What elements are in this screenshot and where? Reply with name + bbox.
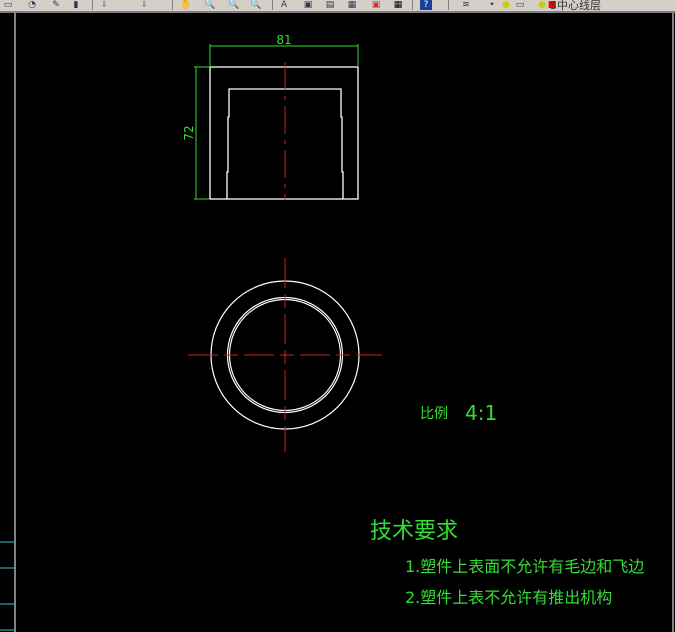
dimension-height-label: 72 — [182, 125, 196, 140]
drawing-canvas[interactable]: 81 72 比例 4:1 技术要求 1.塑件上表面不允许有毛边和飞边 2.塑件上… — [0, 13, 675, 632]
dimension-width — [209, 44, 359, 67]
separator — [448, 0, 449, 10]
bulb-icon[interactable]: • — [486, 0, 498, 10]
title-block-lines — [0, 541, 15, 631]
pan-icon[interactable]: ✋ — [180, 0, 192, 10]
new-icon[interactable]: ▭ — [2, 0, 14, 10]
scale-value: 4:1 — [465, 401, 497, 425]
paste-icon[interactable]: ▮ — [70, 0, 82, 10]
zoom-previous-icon[interactable]: 🔍 — [250, 0, 262, 10]
front-view — [209, 66, 359, 200]
redo-icon[interactable]: ⬇ — [138, 0, 150, 10]
scale-label: 比例 — [420, 406, 448, 422]
layers-icon[interactable]: ≋ — [460, 0, 472, 10]
brush-icon[interactable]: ✎ — [50, 0, 62, 10]
tool-palette-icon[interactable]: ▦ — [346, 0, 358, 10]
dimension-height — [194, 66, 210, 200]
drawing-svg: 81 72 比例 4:1 技术要求 1.塑件上表面不允许有毛边和飞边 2.塑件上… — [0, 13, 674, 632]
note-2: 2.塑件上表不允许有推出机构 — [405, 588, 612, 607]
note-1: 1.塑件上表面不允许有毛边和飞边 — [405, 557, 644, 576]
separator — [172, 0, 173, 10]
tech-requirements-title: 技术要求 — [370, 519, 458, 544]
zoom-window-icon[interactable]: 🔍 — [228, 0, 240, 10]
separator — [412, 0, 413, 10]
markup-icon[interactable]: ▣ — [370, 0, 382, 10]
sun-icon[interactable]: ● — [500, 0, 512, 10]
open-icon[interactable]: ◔ — [26, 0, 38, 10]
layer-dropdown[interactable]: 3中心线层 — [550, 0, 601, 11]
separator — [92, 0, 93, 10]
properties-icon[interactable]: ▣ — [302, 0, 314, 10]
dimension-width-label: 81 — [276, 33, 291, 47]
separator — [272, 0, 273, 10]
toolbar: ▭ ◔ ✎ ▮ ⬇ ⬇ ✋ 🔍 🔍 🔍 A ▣ ▤ ▦ ▣ ▦ ? ≋ • ● … — [0, 0, 675, 13]
lock-icon[interactable]: ▭ — [514, 0, 526, 10]
top-centerlines — [188, 258, 382, 452]
help-icon[interactable]: ? — [420, 0, 432, 10]
design-center-icon[interactable]: ▤ — [324, 0, 336, 10]
undo-icon[interactable]: ⬇ — [98, 0, 110, 10]
table-icon[interactable]: ▦ — [392, 0, 404, 10]
zoom-realtime-icon[interactable]: 🔍 — [204, 0, 216, 10]
text-style-icon[interactable]: A — [278, 0, 290, 10]
